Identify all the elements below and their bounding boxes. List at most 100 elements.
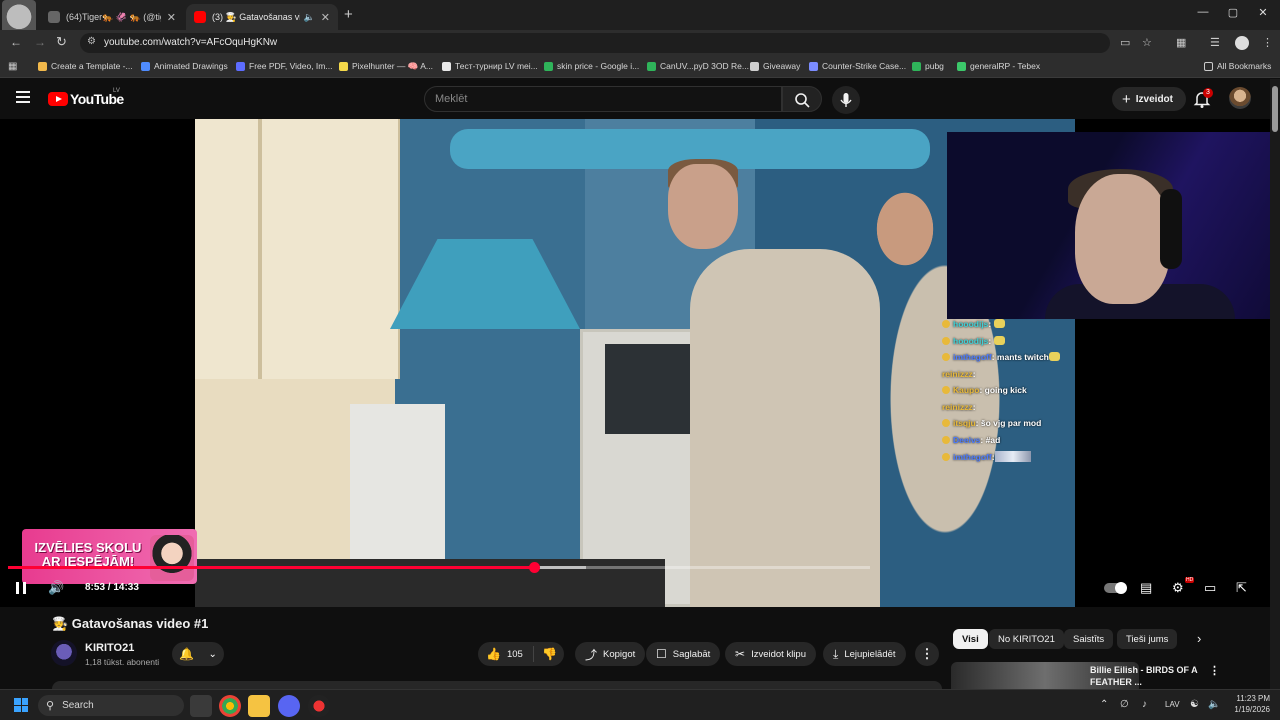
file-explorer-icon[interactable]	[248, 695, 270, 717]
wifi-icon[interactable]: ☯	[1190, 699, 1199, 710]
volume-icon[interactable]: 🔊	[48, 580, 64, 596]
browser-menu-icon[interactable]: ⋮	[1262, 36, 1273, 49]
chat-username: Kaupo	[953, 385, 980, 395]
bookmark-item[interactable]: skin price - Google i...	[544, 61, 639, 71]
bookmark-item[interactable]: pubg	[912, 61, 944, 71]
page-scrollbar-thumb[interactable]	[1272, 86, 1278, 132]
cast-icon[interactable]: ▭	[1120, 36, 1130, 49]
hamburger-menu-icon[interactable]	[16, 91, 30, 103]
profile-avatar-icon[interactable]	[1235, 36, 1249, 50]
bookmark-item[interactable]: Pixelhunter — 🧠 A...	[339, 61, 433, 72]
chip-from-channel[interactable]: No KIRITO21	[989, 629, 1064, 649]
chevron-right-icon[interactable]: ›	[1197, 631, 1201, 646]
bookmark-star-icon[interactable]: ☆	[1142, 36, 1152, 49]
settings-gear-icon[interactable]: ⚙	[1172, 580, 1184, 596]
clock-time[interactable]: 11:23 PM	[1228, 694, 1270, 703]
chat-message: imthegoff: mants twitch	[942, 352, 1060, 362]
bookmark-item[interactable]: Тест-турнир LV mei...	[442, 61, 538, 71]
task-view-icon[interactable]	[190, 695, 212, 717]
tab-audio-icon[interactable]: 🔈	[304, 12, 315, 23]
search-input[interactable]: Meklēt	[435, 93, 467, 105]
speaker-icon[interactable]: 🔈	[1208, 699, 1220, 710]
all-bookmarks-button[interactable]: All Bookmarks	[1204, 61, 1271, 71]
site-info-icon[interactable]: ⚙	[87, 36, 96, 47]
chip-for-you[interactable]: Tieši jums	[1117, 629, 1178, 649]
chat-message: itsqju: šo vjg par mod	[942, 418, 1041, 428]
chip-all[interactable]: Visi	[953, 629, 988, 649]
maximize-button[interactable]: ▢	[1218, 6, 1248, 19]
more-actions-button[interactable]: ⋮	[915, 642, 939, 666]
network-icon[interactable]: ∅	[1120, 699, 1129, 710]
bookmark-item[interactable]: Free PDF, Video, Im...	[236, 61, 332, 71]
search-box[interactable]: Meklēt	[424, 86, 782, 112]
url-text[interactable]: youtube.com/watch?v=AFcOquHgKNw	[104, 37, 277, 48]
media-controls-icon[interactable]: ☰	[1210, 36, 1220, 49]
pause-button[interactable]	[14, 581, 28, 595]
recommendation-title[interactable]: Billie Eilish - BIRDS OF A FEATHER ...	[1090, 664, 1210, 688]
bookmark-item[interactable]: CanUV...pyD 3OD Re...	[647, 61, 749, 71]
tab-tiger[interactable]: (64)Tiger🐅 🦑 🐅 (@tiger1398 ✕	[40, 4, 184, 30]
windows-start-icon[interactable]	[14, 698, 28, 712]
share-button[interactable]: ⤴ Kopigot	[575, 642, 646, 666]
new-tab-button[interactable]: +	[344, 6, 353, 23]
voice-search-button[interactable]	[832, 86, 860, 114]
search-button[interactable]	[782, 86, 822, 112]
discord-icon[interactable]	[278, 695, 300, 717]
fullscreen-icon[interactable]: ⇱	[1236, 580, 1247, 596]
bookmark-item[interactable]: Create a Template -...	[38, 61, 133, 71]
dislike-button[interactable]: 👎	[534, 647, 557, 661]
bookmark-item[interactable]: Giveaway	[750, 61, 800, 71]
chat-message: Deeivs: #ad	[942, 435, 1000, 445]
video-scene-door-window	[605, 344, 700, 434]
tab-youtube-video[interactable]: (3) 🧑‍🍳 Gatavošanas video # 🔈 ✕	[186, 4, 338, 30]
bookmark-item[interactable]: generalRP - Tebex	[957, 61, 1040, 71]
forward-arrow-icon[interactable]: →	[34, 35, 46, 49]
extensions-icon[interactable]: ▦	[1176, 36, 1186, 49]
clip-button[interactable]: ✂ Izveidot klipu	[725, 642, 816, 666]
recommendation-menu-icon[interactable]: ⋮	[1209, 664, 1220, 677]
chip-related[interactable]: Saistīts	[1064, 629, 1114, 649]
theater-mode-icon[interactable]: ▭	[1204, 580, 1216, 596]
tab-title: (3) 🧑‍🍳 Gatavošanas video #	[212, 11, 300, 22]
bookmark-favicon	[647, 61, 656, 71]
save-button[interactable]: ☐ Saglabāt	[646, 642, 721, 666]
minimize-button[interactable]: —	[1188, 6, 1218, 18]
autoplay-toggle[interactable]	[1104, 582, 1127, 594]
close-window-button[interactable]: ✕	[1248, 6, 1278, 19]
channel-name[interactable]: KIRITO21	[85, 642, 134, 654]
microphone-tray-icon[interactable]: ♪	[1142, 699, 1147, 710]
chrome-taskbar-icon[interactable]	[219, 695, 241, 717]
obs-icon[interactable]	[308, 695, 330, 717]
chat-emote-icon	[993, 319, 1005, 328]
tray-chevron-up-icon[interactable]: ⌃	[1100, 699, 1108, 710]
subtitles-icon[interactable]: ▤	[1140, 580, 1152, 596]
promo-banner: IZVĒLIES SKOLU AR IESPĒJĀM!	[22, 529, 197, 584]
tab-title: (64)Tiger🐅 🦑 🐅 (@tiger1398	[66, 11, 161, 22]
download-button[interactable]: ⤓ Lejupielādēt	[823, 642, 906, 666]
video-player[interactable]: hooodijs: hooodijs: imthegoff: mants twi…	[0, 119, 1270, 607]
back-arrow-icon[interactable]: ←	[10, 35, 22, 49]
progress-scrubber-handle[interactable]	[528, 562, 540, 573]
taskbar-search[interactable]: ⚲ Search	[38, 695, 184, 716]
bookmarks-bar: ▦ Create a Template -... Animated Drawin…	[0, 56, 1280, 78]
search-icon	[795, 93, 810, 108]
account-avatar[interactable]	[1229, 87, 1251, 109]
create-button[interactable]: + Izveidot	[1112, 87, 1186, 111]
promo-text: IZVĒLIES SKOLU AR IESPĒJĀM!	[34, 540, 142, 569]
bookmark-item[interactable]: Counter-Strike Case...	[809, 61, 906, 71]
clock-date[interactable]: 1/19/2026	[1228, 705, 1270, 714]
bookmark-favicon	[442, 61, 451, 71]
bookmark-item[interactable]: Animated Drawings	[141, 61, 228, 71]
input-language[interactable]: LAV	[1165, 700, 1180, 709]
tab-close-icon[interactable]: ✕	[321, 11, 330, 24]
channel-avatar[interactable]	[51, 640, 77, 666]
apps-grid-icon[interactable]: ▦	[8, 61, 17, 72]
like-button[interactable]: 👍 105	[478, 646, 534, 662]
subscription-notifications-button[interactable]: 🔔 ⌄	[172, 642, 224, 666]
page-scrollbar[interactable]	[1270, 79, 1280, 689]
reload-icon[interactable]: ↻	[56, 34, 67, 50]
address-bar[interactable]: ⚙ youtube.com/watch?v=AFcOquHgKNw	[80, 33, 1110, 53]
youtube-logo-icon[interactable]	[48, 92, 68, 106]
tab-close-icon[interactable]: ✕	[167, 11, 176, 24]
chat-text: :	[988, 335, 994, 346]
